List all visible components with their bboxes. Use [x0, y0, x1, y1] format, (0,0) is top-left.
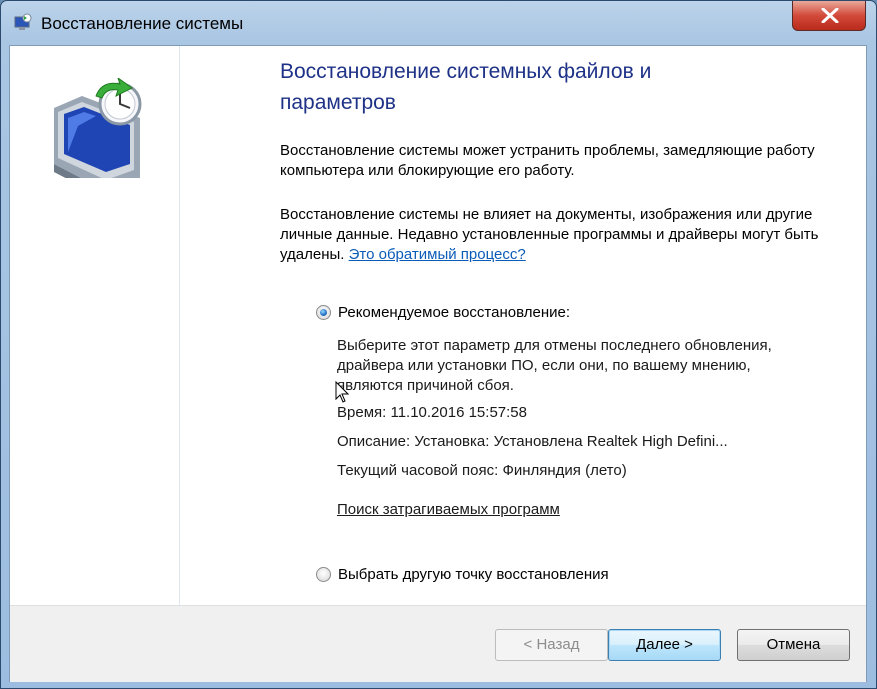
reversible-process-link[interactable]: Это обратимый процесс? — [349, 246, 526, 263]
back-button[interactable]: < Назад — [495, 629, 608, 661]
restore-time: Время: 11.10.2016 15:57:58 — [337, 404, 527, 421]
intro-text: Восстановление системы может устранить п… — [280, 142, 815, 179]
restore-timezone: Текущий часовой пояс: Финляндия (лето) — [337, 462, 627, 479]
dialog-client-area: Восстановление системных файлов и параме… — [9, 45, 867, 682]
system-restore-icon — [13, 13, 33, 33]
sidebar-panel — [10, 46, 180, 605]
next-button[interactable]: Далее > — [608, 629, 721, 661]
system-restore-monitor-icon — [54, 78, 142, 178]
recommended-restore-label[interactable]: Рекомендуемое восстановление: — [338, 304, 570, 321]
note-text: Восстановление системы не влияет на доку… — [280, 205, 820, 265]
system-restore-window: Восстановление системы Восстановление си… — [0, 0, 877, 689]
recommended-restore-radio[interactable] — [316, 305, 331, 320]
button-bar: < Назад Далее > Отмена — [10, 605, 866, 682]
mouse-cursor-icon — [335, 381, 349, 403]
recommended-description: Выберите этот параметр для отмены послед… — [337, 337, 772, 394]
close-button[interactable] — [792, 1, 866, 31]
restore-description: Описание: Установка: Установлена Realtek… — [337, 433, 728, 450]
cancel-button[interactable]: Отмена — [737, 629, 850, 661]
close-icon — [821, 8, 839, 23]
choose-other-point-radio[interactable] — [316, 567, 331, 582]
scan-affected-programs-link[interactable]: Поиск затрагиваемых программ — [337, 500, 787, 520]
choose-other-point-label[interactable]: Выбрать другую точку восстановления — [338, 566, 609, 583]
window-title: Восстановление системы — [41, 14, 244, 33]
title-bar[interactable]: Восстановление системы — [1, 1, 876, 43]
page-title: Восстановление системных файлов и параме… — [280, 60, 652, 114]
